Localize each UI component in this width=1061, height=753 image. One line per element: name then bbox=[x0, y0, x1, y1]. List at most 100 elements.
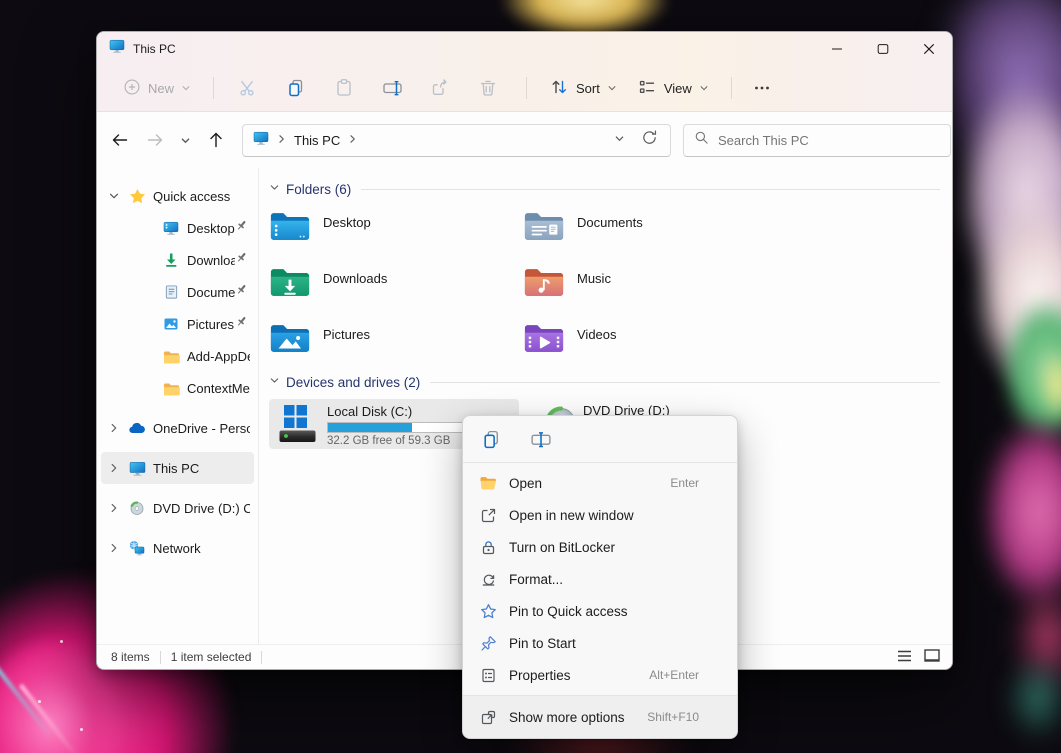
downloads-folder-icon bbox=[269, 266, 311, 301]
menu-item-turn-on-bitlocker[interactable]: Turn on BitLocker bbox=[463, 531, 737, 563]
sidebar-item-desktop[interactable]: Desktop bbox=[101, 212, 254, 244]
toolbar-separator bbox=[526, 77, 527, 99]
see-more-button[interactable] bbox=[744, 71, 780, 105]
folder-tile-pictures[interactable]: Pictures bbox=[269, 322, 523, 357]
sort-button[interactable]: Sort bbox=[539, 71, 627, 105]
rename-button[interactable] bbox=[527, 425, 555, 453]
breadcrumb-bar[interactable]: This PC bbox=[242, 124, 671, 157]
chevron-down-icon bbox=[181, 81, 191, 96]
onedrive-cloud-icon bbox=[127, 421, 147, 436]
wallpaper-sparkle bbox=[80, 728, 83, 731]
maximize-button[interactable] bbox=[860, 32, 906, 65]
copy-button[interactable] bbox=[477, 425, 505, 453]
view-button[interactable]: View bbox=[627, 71, 719, 105]
chevron-right-icon[interactable] bbox=[107, 502, 121, 514]
chevron-down-icon[interactable] bbox=[107, 190, 121, 202]
sidebar-label: Documents bbox=[187, 285, 235, 300]
rename-button[interactable] bbox=[370, 71, 414, 105]
sidebar-label: Add-AppDevPacka bbox=[187, 349, 250, 364]
minimize-button[interactable] bbox=[814, 32, 860, 65]
chevron-right-icon[interactable] bbox=[107, 462, 121, 474]
menu-item-format[interactable]: Format... bbox=[463, 563, 737, 595]
new-button[interactable]: New bbox=[113, 71, 201, 105]
sidebar-item-add-appdevpackage[interactable]: Add-AppDevPacka bbox=[101, 340, 254, 372]
folder-label: Documents bbox=[577, 215, 643, 245]
devices-section-header[interactable]: Devices and drives (2) bbox=[269, 373, 944, 391]
breadcrumb-chevron-icon[interactable] bbox=[277, 131, 286, 149]
section-divider bbox=[361, 189, 940, 190]
folder-label: Desktop bbox=[323, 215, 371, 245]
menu-item-open-in-new-window[interactable]: Open in new window bbox=[463, 499, 737, 531]
close-button[interactable] bbox=[906, 32, 952, 65]
folder-tile-documents[interactable]: Documents bbox=[523, 210, 777, 245]
sidebar-item-documents[interactable]: Documents bbox=[101, 276, 254, 308]
folder-label: Music bbox=[577, 271, 611, 301]
share-button[interactable] bbox=[418, 71, 462, 105]
recent-locations-button[interactable] bbox=[173, 124, 197, 157]
chevron-down-icon[interactable] bbox=[269, 180, 280, 198]
folder-icon bbox=[161, 381, 181, 396]
sidebar-item-dvd-drive[interactable]: DVD Drive (D:) CCCO bbox=[101, 492, 254, 524]
search-box[interactable] bbox=[683, 124, 951, 157]
chevron-right-icon[interactable] bbox=[107, 542, 121, 554]
shortcut-label: Alt+Enter bbox=[649, 668, 723, 682]
wallpaper-sparkle bbox=[60, 640, 63, 643]
breadcrumb-chevron-icon[interactable] bbox=[348, 131, 357, 149]
format-drive-icon bbox=[479, 571, 498, 588]
menu-item-properties[interactable]: Properties Alt+Enter bbox=[463, 659, 737, 691]
sidebar-label: Desktop bbox=[187, 221, 235, 236]
copy-button[interactable] bbox=[274, 71, 318, 105]
search-input[interactable] bbox=[718, 133, 940, 148]
window-header: This PC New Sort bbox=[97, 32, 952, 112]
folder-tile-videos[interactable]: Videos bbox=[523, 322, 777, 357]
window-title: This PC bbox=[133, 42, 176, 56]
folders-grid: Desktop Documents Downloads Music Pictur… bbox=[269, 210, 944, 357]
sidebar-item-quick-access[interactable]: Quick access bbox=[101, 180, 254, 212]
menu-item-open[interactable]: Open Enter bbox=[463, 467, 737, 499]
address-dropdown-icon[interactable] bbox=[614, 131, 625, 149]
icons-view-button[interactable] bbox=[924, 649, 940, 666]
folders-section-header[interactable]: Folders (6) bbox=[269, 180, 944, 198]
folder-tile-downloads[interactable]: Downloads bbox=[269, 266, 523, 301]
sidebar-label: ContextMenuCust bbox=[187, 381, 250, 396]
cut-button[interactable] bbox=[226, 71, 270, 105]
paste-button[interactable] bbox=[322, 71, 366, 105]
this-pc-icon bbox=[127, 460, 147, 477]
menu-item-pin-to-start[interactable]: Pin to Start bbox=[463, 627, 737, 659]
back-button[interactable] bbox=[103, 124, 136, 157]
star-outline-icon bbox=[479, 603, 498, 620]
sidebar-item-pictures[interactable]: Pictures bbox=[101, 308, 254, 340]
sidebar-item-contextmenucustom[interactable]: ContextMenuCust bbox=[101, 372, 254, 404]
disk-usage-fill bbox=[328, 423, 412, 432]
menu-item-show-more-options[interactable]: Show more options Shift+F10 bbox=[463, 696, 737, 738]
show-more-options-icon bbox=[479, 709, 498, 726]
context-menu: Open Enter Open in new window Turn on Bi… bbox=[462, 415, 738, 739]
toolbar-separator bbox=[731, 77, 732, 99]
pin-icon bbox=[235, 251, 249, 269]
menu-item-pin-to-quick-access[interactable]: Pin to Quick access bbox=[463, 595, 737, 627]
sidebar-item-this-pc[interactable]: This PC bbox=[101, 452, 254, 484]
breadcrumb-this-pc[interactable]: This PC bbox=[294, 133, 340, 148]
forward-button[interactable] bbox=[138, 124, 171, 157]
chevron-down-icon[interactable] bbox=[269, 373, 280, 391]
chevron-down-icon bbox=[699, 81, 709, 96]
title-bar[interactable]: This PC bbox=[97, 32, 952, 65]
command-bar: New Sort View bbox=[97, 65, 952, 111]
folder-tile-desktop[interactable]: Desktop bbox=[269, 210, 523, 245]
chevron-right-icon[interactable] bbox=[107, 422, 121, 434]
up-button[interactable] bbox=[199, 124, 232, 157]
refresh-icon[interactable] bbox=[641, 129, 658, 151]
bitlocker-lock-icon bbox=[479, 539, 498, 556]
open-folder-icon bbox=[479, 475, 498, 491]
desktop-folder-icon bbox=[269, 210, 311, 245]
wallpaper-sparkle bbox=[38, 700, 41, 703]
music-folder-icon bbox=[523, 266, 565, 301]
sidebar-item-onedrive[interactable]: OneDrive - Personal bbox=[101, 412, 254, 444]
details-view-button[interactable] bbox=[897, 650, 912, 665]
sidebar-item-network[interactable]: Network bbox=[101, 532, 254, 564]
this-pc-icon bbox=[253, 130, 269, 151]
context-menu-quick-actions bbox=[463, 416, 737, 462]
folder-tile-music[interactable]: Music bbox=[523, 266, 777, 301]
delete-button[interactable] bbox=[466, 71, 510, 105]
sidebar-item-downloads[interactable]: Downloads bbox=[101, 244, 254, 276]
